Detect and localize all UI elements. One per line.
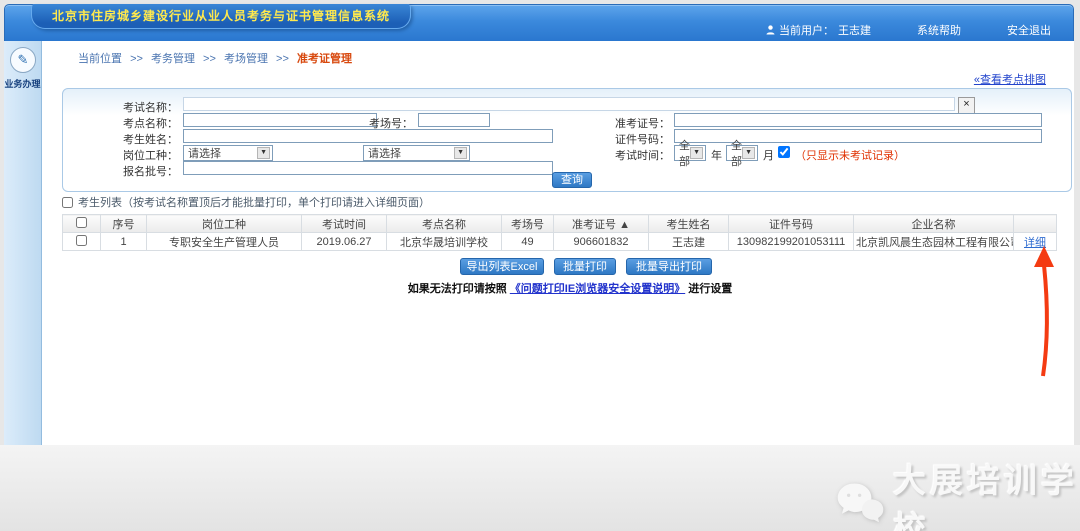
job-type-select[interactable]: 请选择 ▼	[183, 145, 273, 161]
exam-year-select[interactable]: 全部 ▼	[674, 145, 706, 161]
breadcrumb-current-page: 准考证管理	[297, 53, 352, 65]
table-header-row: 序号 岗位工种 考试时间 考点名称 考场号 准考证号 ▲ 考生姓名 证件号码 企…	[63, 215, 1057, 233]
exam-name-label: 考试名称：	[108, 99, 178, 115]
cell-ticket-no: 906601832	[554, 233, 649, 251]
exam-year-select-value: 全部	[679, 137, 690, 169]
row-checkbox[interactable]	[76, 235, 87, 246]
batch-no-input[interactable]	[183, 161, 553, 175]
chevron-down-icon: ▼	[454, 147, 467, 159]
print-note-suffix: 进行设置	[688, 283, 732, 295]
year-suffix-label: 年	[711, 147, 722, 163]
cell-exam-date: 2019.06.27	[302, 233, 387, 251]
view-seating-chart-link[interactable]: «查看考点排图	[974, 71, 1046, 87]
header-checkbox-cell	[63, 215, 101, 233]
sidebar-item-business[interactable]: 业务办理	[4, 77, 41, 90]
breadcrumb-separator: >>	[203, 53, 216, 65]
chat-bubbles-logo-icon	[836, 477, 885, 527]
col-job-type[interactable]: 岗位工种	[147, 215, 302, 233]
business-handling-icon[interactable]: ✎	[10, 47, 36, 73]
col-company[interactable]: 企业名称	[854, 215, 1014, 233]
user-icon	[766, 25, 775, 35]
export-excel-button[interactable]: 导出列表Excel	[460, 258, 544, 275]
batch-no-label: 报名批号：	[108, 163, 178, 179]
cell-id-number: 130982199201053111	[729, 233, 854, 251]
sort-asc-icon: ▲	[619, 219, 630, 231]
room-no-input[interactable]	[418, 113, 490, 127]
col-ticket-no[interactable]: 准考证号 ▲	[554, 215, 649, 233]
cell-company: 北京凯风晨生态园林工程有限公司	[854, 233, 1014, 251]
print-note-prefix: 如果无法打印请按照	[408, 283, 507, 295]
watermark: 大展培训学校	[836, 454, 1080, 531]
col-exam-site[interactable]: 考点名称	[387, 215, 502, 233]
col-room-no[interactable]: 考场号	[502, 215, 554, 233]
breadcrumb-separator: >>	[276, 53, 289, 65]
exam-site-label: 考点名称：	[108, 115, 178, 131]
col-seq[interactable]: 序号	[101, 215, 147, 233]
cell-job-type: 专职安全生产管理人员	[147, 233, 302, 251]
candidate-list-header: 考生列表（按考试名称置顶后才能批量打印，单个打印请进入详细页面）	[62, 194, 430, 210]
exam-month-select-value: 全部	[731, 137, 742, 169]
ticket-no-label: 准考证号：	[600, 115, 670, 131]
id-number-input[interactable]	[674, 129, 1042, 143]
current-user-name: 王志建	[838, 22, 871, 38]
candidate-name-label: 考生姓名：	[108, 131, 178, 147]
exam-time-label: 考试时间：	[600, 147, 670, 163]
col-ticket-no-label: 准考证号	[572, 219, 616, 231]
select-all-checkbox[interactable]	[76, 217, 87, 228]
current-user-label: 当前用户：	[779, 22, 834, 38]
ticket-no-input[interactable]	[674, 113, 1042, 127]
breadcrumb-item-exam-affairs[interactable]: 考务管理	[151, 53, 195, 65]
only-untested-note: （只显示未考试记录）	[795, 147, 905, 163]
chevron-down-icon: ▼	[690, 147, 703, 159]
month-suffix-label: 月	[763, 147, 774, 163]
job-type-label: 岗位工种：	[108, 147, 178, 163]
chevron-down-icon: ▼	[257, 147, 270, 159]
batch-export-print-button[interactable]: 批量导出打印	[626, 258, 712, 275]
col-actions	[1014, 215, 1057, 233]
job-type-select-value: 请选择	[188, 145, 221, 161]
candidate-table: 序号 岗位工种 考试时间 考点名称 考场号 准考证号 ▲ 考生姓名 证件号码 企…	[62, 214, 1057, 251]
col-exam-date[interactable]: 考试时间	[302, 215, 387, 233]
only-untested-checkbox[interactable]	[778, 146, 790, 158]
breadcrumb: 当前位置 >> 考务管理 >> 考场管理 >> 准考证管理	[78, 50, 352, 66]
id-number-label: 证件号码：	[600, 131, 670, 147]
print-settings-link[interactable]: 《问题打印IE浏览器安全设置说明》	[510, 283, 685, 295]
exam-month-select[interactable]: 全部 ▼	[726, 145, 758, 161]
watermark-text: 大展培训学校	[893, 454, 1080, 531]
job-subtype-select[interactable]: 请选择 ▼	[363, 145, 470, 161]
application-window: 北京市住房城乡建设行业从业人员考务与证书管理信息系统 当前用户： 王志建 系统帮…	[0, 0, 1080, 531]
col-id-number[interactable]: 证件号码	[729, 215, 854, 233]
sidebar: ✎ 业务办理	[4, 41, 42, 445]
candidate-list-note: 考生列表（按考试名称置顶后才能批量打印，单个打印请进入详细页面）	[78, 194, 430, 210]
chevron-down-icon: ▼	[742, 147, 755, 159]
table-row: 1 专职安全生产管理人员 2019.06.27 北京华晟培训学校 49 9066…	[63, 233, 1057, 251]
logout-link[interactable]: 安全退出	[1007, 22, 1051, 38]
cell-exam-site: 北京华晟培训学校	[387, 233, 502, 251]
batch-print-button[interactable]: 批量打印	[554, 258, 616, 275]
candidate-name-input[interactable]	[183, 129, 553, 143]
app-title: 北京市住房城乡建设行业从业人员考务与证书管理信息系统	[31, 4, 411, 29]
query-button[interactable]: 查询	[552, 172, 592, 188]
annotation-arrow-up-icon	[1027, 246, 1061, 378]
cell-candidate-name: 王志建	[649, 233, 729, 251]
job-subtype-select-value: 请选择	[368, 145, 401, 161]
system-help-link[interactable]: 系统帮助	[917, 22, 961, 38]
cell-seq: 1	[101, 233, 147, 251]
breadcrumb-item-exam-site[interactable]: 考场管理	[224, 53, 268, 65]
select-all-top-checkbox[interactable]	[62, 197, 73, 208]
col-candidate-name[interactable]: 考生姓名	[649, 215, 729, 233]
current-user: 当前用户： 王志建	[766, 22, 871, 38]
row-checkbox-cell	[63, 233, 101, 251]
breadcrumb-separator: >>	[130, 53, 143, 65]
cell-room-no: 49	[502, 233, 554, 251]
top-banner: 北京市住房城乡建设行业从业人员考务与证书管理信息系统 当前用户： 王志建 系统帮…	[4, 4, 1074, 42]
topbar-menu: 当前用户： 王志建 系统帮助 安全退出	[766, 22, 1051, 38]
print-help-note: 如果无法打印请按照 《问题打印IE浏览器安全设置说明》 进行设置	[300, 280, 840, 296]
clear-button[interactable]: ×	[958, 97, 975, 114]
exam-name-input[interactable]	[183, 97, 955, 111]
breadcrumb-location-label: 当前位置	[78, 53, 122, 65]
